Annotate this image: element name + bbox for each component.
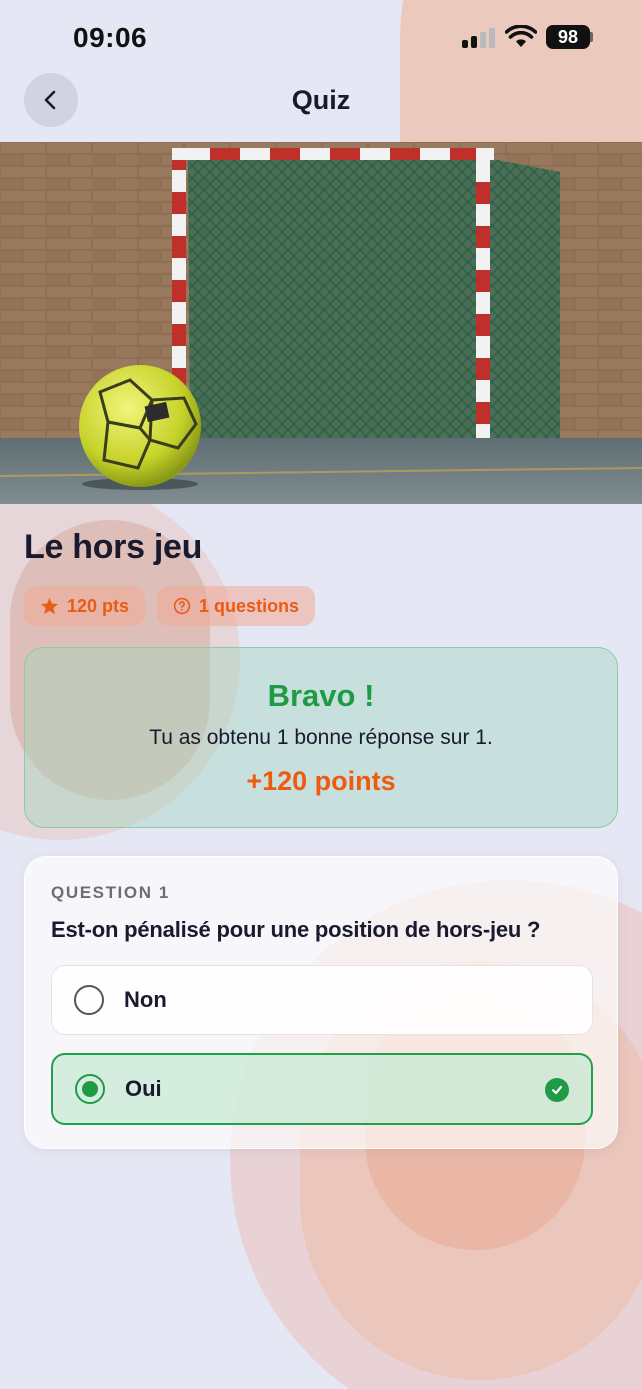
star-icon (40, 597, 59, 614)
answer-option-label: Non (124, 987, 167, 1012)
question-number-label: QUESTION 1 (51, 883, 170, 902)
questions-badge-label: 1 questions (199, 595, 300, 616)
result-text: Tu as obtenu 1 bonne réponse sur 1. (149, 726, 493, 749)
question-text: Est-on pénalisé pour une position de hor… (51, 917, 541, 942)
quiz-badges: 120 pts 1 questions (24, 586, 316, 626)
status-time: 09:06 (73, 22, 148, 53)
wifi-icon (505, 25, 537, 47)
question-card: QUESTION 1 Est-on pénalisé pour une posi… (24, 856, 618, 1149)
points-badge-label: 120 pts (67, 595, 130, 616)
status-bar: 09:06 98 (0, 0, 642, 70)
answer-option-oui[interactable]: Oui (51, 1053, 593, 1125)
result-card: Bravo ! Tu as obtenu 1 bonne réponse sur… (24, 647, 618, 828)
check-circle-icon (545, 1078, 569, 1102)
navigation-bar: Quiz (0, 70, 642, 142)
quiz-hero-image (0, 142, 642, 504)
answer-option-label: Oui (125, 1076, 162, 1101)
help-circle-icon (173, 597, 191, 615)
quiz-title: Le hors jeu (24, 528, 203, 566)
battery-icon: 98 (546, 25, 590, 49)
radio-button-selected-icon[interactable] (75, 1074, 105, 1104)
points-badge: 120 pts (24, 586, 146, 626)
result-points: +120 points (246, 766, 396, 796)
answer-option-non[interactable]: Non (51, 965, 593, 1035)
page-title: Quiz (291, 85, 351, 115)
cellular-signal-icon (462, 28, 496, 48)
battery-cap (590, 32, 593, 42)
result-title: Bravo ! (267, 678, 375, 713)
questions-badge: 1 questions (157, 586, 316, 626)
radio-button-icon[interactable] (74, 985, 104, 1015)
